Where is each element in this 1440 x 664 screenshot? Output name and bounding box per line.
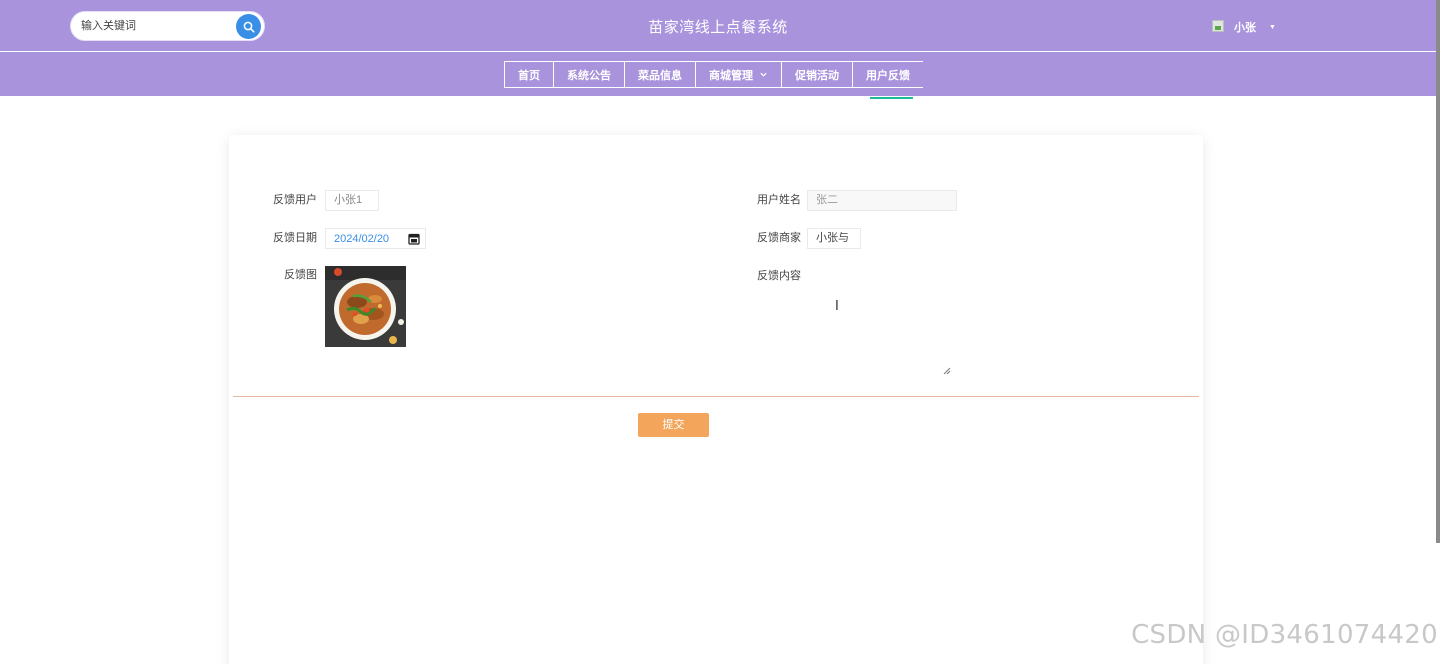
user-name-field[interactable]: 张二 — [807, 190, 957, 211]
chevron-down-icon — [760, 72, 767, 77]
user-name-label: 用户姓名 — [757, 194, 801, 206]
feedback-content-label: 反馈内容 — [757, 270, 801, 282]
active-nav-indicator — [870, 97, 913, 99]
user-menu[interactable]: 小张 ▼ — [1212, 18, 1276, 36]
username: 小张 — [1234, 22, 1256, 34]
nav-item-announcements[interactable]: 系统公告 — [553, 61, 625, 88]
nav-item-label: 系统公告 — [567, 69, 611, 82]
text-cursor-icon: I — [835, 299, 839, 314]
main-nav: 首页 系统公告 菜品信息 商城管理 促销活动 用户反馈 — [504, 61, 923, 88]
caret-down-icon: ▼ — [1269, 23, 1276, 31]
resize-handle-icon[interactable] — [942, 366, 951, 375]
calendar-icon[interactable] — [408, 233, 420, 245]
feedback-user-label: 反馈用户 — [273, 194, 317, 206]
page-scrollbar[interactable] — [1436, 0, 1440, 543]
nav-item-home[interactable]: 首页 — [504, 61, 554, 88]
form-divider — [233, 396, 1199, 397]
nav-item-promotions[interactable]: 促销活动 — [781, 61, 853, 88]
header-top-row: 苗家湾线上点餐系统 小张 ▼ — [0, 0, 1436, 52]
feedback-date-label: 反馈日期 — [273, 232, 317, 244]
submit-button[interactable]: 提交 — [638, 413, 709, 437]
nav-item-label: 商城管理 — [709, 69, 753, 82]
avatar — [1212, 20, 1226, 34]
nav-item-label: 用户反馈 — [866, 69, 910, 82]
nav-item-mall-management[interactable]: 商城管理 — [695, 61, 782, 88]
feedback-content-textarea[interactable] — [760, 287, 950, 375]
nav-item-label: 首页 — [518, 69, 540, 82]
merchant-label: 反馈商家 — [757, 232, 801, 244]
nav-item-feedback[interactable]: 用户反馈 — [852, 61, 923, 88]
top-header: 苗家湾线上点餐系统 小张 ▼ 首页 系统公告 菜品信息 商城管理 促销活动 用户… — [0, 0, 1436, 96]
feedback-user-field[interactable]: 小张1 — [325, 190, 379, 211]
nav-item-dishes[interactable]: 菜品信息 — [624, 61, 696, 88]
merchant-field[interactable]: 小张与 — [807, 228, 861, 249]
watermark-text: CSDN @ID3461074420 — [1131, 620, 1438, 650]
feedback-date-field[interactable]: 2024/02/20 — [325, 228, 426, 249]
nav-item-label: 促销活动 — [795, 69, 839, 82]
nav-item-label: 菜品信息 — [638, 69, 682, 82]
feedback-form-card: 反馈用户 小张1 用户姓名 张二 反馈日期 2024/02/20 反馈商家 小张… — [229, 135, 1203, 664]
feedback-food-image[interactable] — [325, 266, 406, 347]
feedback-date-value: 2024/02/20 — [334, 233, 390, 245]
feedback-image-label: 反馈图 — [284, 269, 317, 281]
